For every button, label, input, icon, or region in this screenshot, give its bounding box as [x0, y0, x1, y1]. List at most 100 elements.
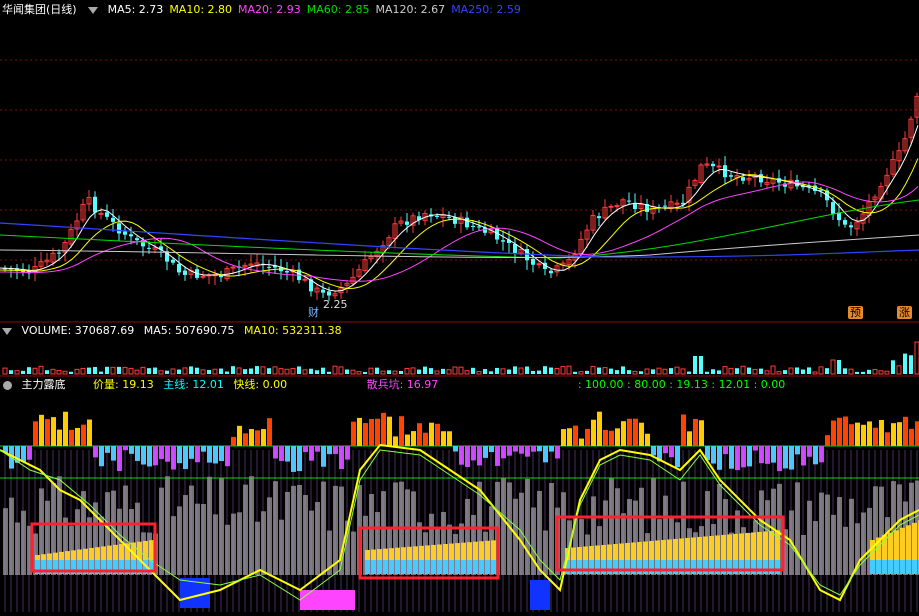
- indicator-hist-up: [411, 431, 416, 446]
- volume-bar: [327, 371, 331, 374]
- volume-bar: [56, 369, 62, 375]
- indicator-gray-bar: [753, 520, 758, 575]
- indicator-block-base: [589, 560, 594, 574]
- indicator-block: [595, 545, 600, 572]
- volume-dropdown-icon[interactable]: [2, 327, 12, 335]
- finance-report-tag[interactable]: 财: [306, 306, 321, 319]
- indicator-gray-bar: [603, 500, 608, 575]
- indicator-hist-up: [903, 416, 908, 446]
- indicator-block: [71, 550, 76, 572]
- indicator-hist-down: [789, 446, 794, 470]
- volume-bar: [537, 370, 541, 374]
- indicator-block: [479, 541, 484, 572]
- indicator-hist-up: [363, 423, 368, 446]
- indicator-block: [661, 539, 666, 572]
- indicator-gray-bar: [123, 485, 128, 575]
- indicator-hist-down: [99, 446, 104, 467]
- indicator-hist-up: [423, 432, 428, 446]
- candle-body-down: [843, 220, 847, 225]
- indicator-block-base: [149, 560, 154, 574]
- volume-bar: [705, 371, 709, 374]
- volume-bar: [566, 365, 572, 375]
- indicator-gray-bar: [351, 531, 356, 575]
- forecast-tag[interactable]: 预: [848, 306, 863, 319]
- indicator-gray-bar: [429, 513, 434, 575]
- indicator-gray-bar: [267, 497, 272, 575]
- indicator-hist-up: [621, 421, 626, 446]
- candle-body-up: [368, 256, 374, 260]
- indicator-gray-bar: [93, 502, 98, 575]
- indicator-gray-bar: [639, 487, 644, 575]
- indicator-block-base: [431, 560, 436, 574]
- candle-body-down: [111, 217, 115, 222]
- indicator-block-base: [35, 560, 40, 574]
- indicator-hist-down: [795, 446, 800, 455]
- volume-bar: [429, 368, 433, 374]
- volume-bar: [489, 371, 493, 374]
- candle-body-up: [380, 245, 386, 254]
- candle-body-up: [590, 214, 596, 231]
- candle-body-down: [141, 239, 145, 247]
- volume-bar: [621, 366, 625, 374]
- candle-body-down: [837, 212, 841, 221]
- candle-body-down: [429, 214, 433, 217]
- indicator-zhuxian: 主线: 12.01: [163, 378, 224, 391]
- indicator-hist-down: [783, 446, 788, 469]
- indicator-block: [137, 541, 142, 572]
- indicator-block: [107, 545, 112, 572]
- indicator-block-base: [107, 560, 112, 574]
- indicator-block: [485, 540, 490, 572]
- volume-bar: [597, 367, 601, 374]
- indicator-hist-down: [321, 446, 326, 467]
- volume-bar: [788, 367, 794, 375]
- volume-bar: [818, 366, 824, 375]
- indicator-hist-up: [567, 428, 572, 446]
- indicator-hist-up: [873, 427, 878, 446]
- indicator-dropdown-icon[interactable]: [88, 6, 99, 14]
- indicator-block-base: [619, 560, 624, 574]
- indicator-hist-up: [249, 429, 254, 446]
- volume-bar: [795, 367, 799, 374]
- candle-body-up: [914, 95, 919, 118]
- indicator-gray-bar: [591, 496, 596, 575]
- indicator-block: [565, 548, 570, 572]
- indicator-block-base: [661, 560, 666, 574]
- indicator-dropdown-icon[interactable]: [3, 380, 12, 390]
- indicator-hist-down: [813, 446, 818, 465]
- indicator-gray-bar: [405, 489, 410, 575]
- indicator-block: [401, 547, 406, 572]
- volume-bar: [464, 370, 470, 375]
- indicator-hist-down: [531, 446, 536, 452]
- indicator-block: [649, 540, 654, 572]
- volume-bar: [195, 367, 199, 374]
- indicator-gray-bar: [615, 488, 620, 575]
- indicator-hist-up: [33, 421, 38, 446]
- volume-bar: [830, 359, 836, 375]
- indicator-gray-bar: [765, 500, 770, 575]
- volume-bar: [770, 365, 776, 375]
- indicator-gray-bar: [597, 526, 602, 575]
- candle-body-up: [566, 259, 572, 265]
- indicator-block: [709, 535, 714, 572]
- candle-body-down: [627, 200, 631, 202]
- indicator-hist-down: [195, 446, 200, 463]
- candle-body-up: [716, 165, 722, 168]
- indicator-gray-bar: [633, 500, 638, 575]
- indicator-hist-down: [123, 446, 128, 451]
- volume-bar: [909, 355, 913, 374]
- limit-up-tag[interactable]: 涨: [897, 306, 912, 319]
- indicator-gray-bar: [777, 483, 782, 575]
- indicator-hist-down: [309, 446, 314, 461]
- candle-body-up: [314, 287, 320, 293]
- indicator-hist-up: [687, 431, 692, 446]
- indicator-hist-up: [633, 418, 638, 446]
- indicator-hist-down: [453, 446, 458, 452]
- candle-body-down: [309, 279, 313, 292]
- indicator-block-base: [565, 560, 570, 574]
- indicator-gray-bar: [255, 521, 260, 575]
- volume-bar: [878, 370, 884, 375]
- volume-bar: [309, 368, 313, 374]
- indicator-block: [407, 546, 412, 572]
- indicator-gray-bar: [759, 490, 764, 575]
- indicator-gray-bar: [105, 492, 110, 575]
